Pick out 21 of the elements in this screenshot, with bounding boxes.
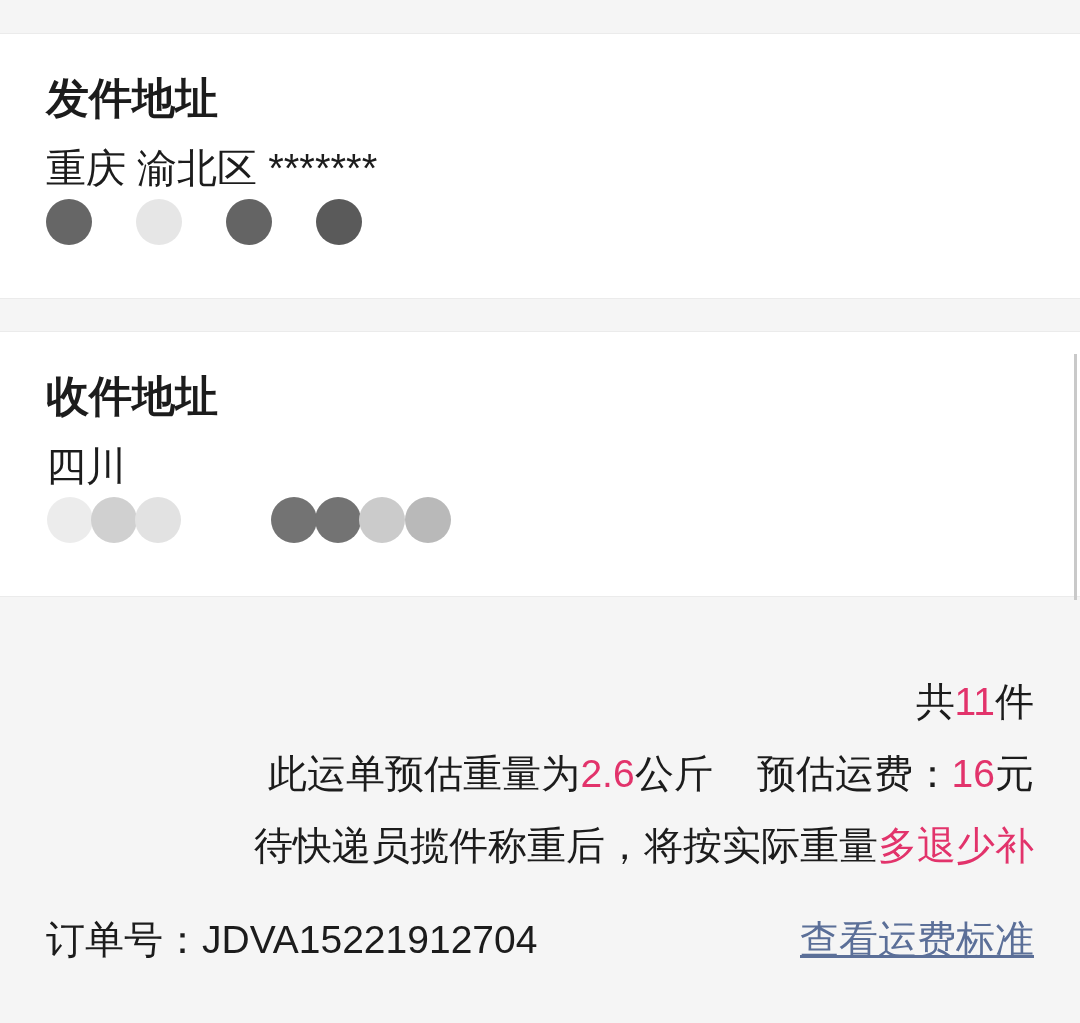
redaction-dot	[91, 497, 137, 543]
redaction-dot	[47, 497, 93, 543]
address-card-title: 发件地址	[46, 73, 219, 124]
redaction-dot	[271, 497, 317, 543]
estimated-weight-text: 此运单预估重量为2.6公斤	[268, 751, 713, 797]
estimated-fee-text: 预估运费：16元	[756, 751, 1034, 797]
settlement-note-text: 待快递员揽件称重后，将按实际重量多退少补	[254, 823, 1034, 869]
shipping-rates-link[interactable]: 查看运费标准	[800, 904, 1034, 976]
address-card-title: 收件地址	[46, 371, 219, 422]
item-count-text: 共11件	[915, 679, 1034, 725]
redaction-dot	[315, 497, 361, 543]
redaction-dot	[405, 497, 451, 543]
redaction-dot	[135, 497, 181, 543]
address-text: 重庆 渝北区 *******	[46, 145, 379, 192]
redaction-dot	[226, 199, 272, 245]
address-text: 四川	[46, 443, 127, 490]
order-number-text: 订单号：JDVA15221912704	[46, 917, 538, 963]
redaction-dot	[46, 199, 92, 245]
redaction-dot	[316, 199, 362, 245]
redaction-dot	[136, 199, 182, 245]
redaction-dot	[359, 497, 405, 543]
